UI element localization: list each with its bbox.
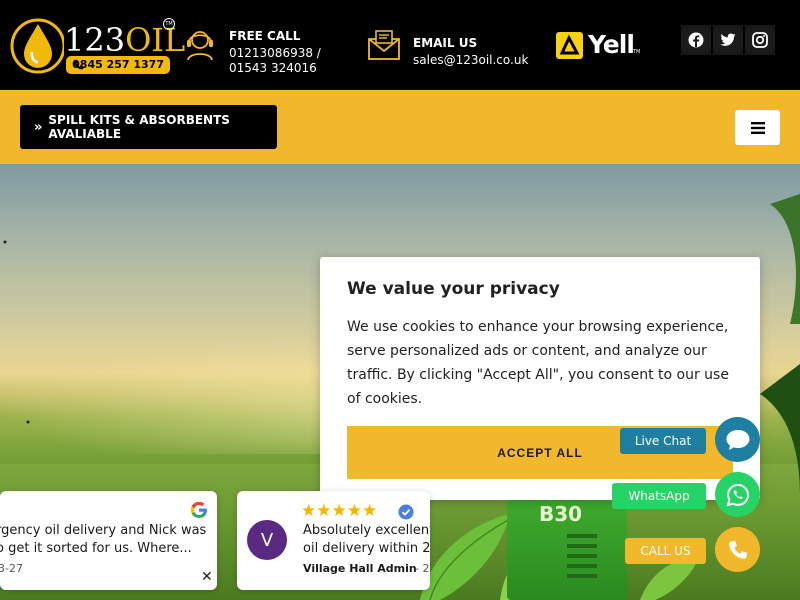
headset-icon [187,31,213,61]
reviewer-avatar: V [247,520,287,560]
whatsapp-label[interactable]: WhatsApp [612,483,706,509]
review-date: - 2 [415,562,430,575]
review-text-line-2: o get it sorted for us. Where... [0,541,192,556]
hamburger-menu-button[interactable] [735,110,780,145]
hamburger-icon [750,121,765,134]
double-chevron-right-icon: » [34,119,43,135]
review-date: 3-27 [0,562,23,575]
review-text-line-1: rgency oil delivery and Nick was [0,523,207,538]
facebook-link[interactable] [681,25,711,55]
review-card[interactable]: rgency oil delivery and Nick was o get i… [0,491,217,590]
yell-logo[interactable]: Yell TM [556,30,641,59]
review-text-line-1: Absolutely excellent [303,523,430,538]
cookie-title: We value your privacy [347,279,560,299]
yell-wordmark: Yell [588,30,635,59]
live-chat-button[interactable] [715,417,760,462]
top-bar: 123OIL TM 0845 257 1377 FREE CALL 012130… [0,0,800,90]
facebook-icon [688,32,704,48]
spill-kits-button[interactable]: » SPILL KITS & ABSORBENTS AVALIABLE [20,105,277,149]
call-us-label[interactable]: CALL US [625,538,706,564]
pump-label: B30 [539,502,583,526]
review-author: Village Hall Admin [303,562,417,575]
google-icon [190,501,207,518]
free-call-number-2[interactable]: 01543 324016 [229,60,317,76]
biofuel-pump: B30 [507,500,627,600]
review-close-icon[interactable]: ✕ [201,569,213,585]
nav-bar: » SPILL KITS & ABSORBENTS AVALIABLE [0,90,800,164]
chat-bubble-icon [726,429,749,450]
review-stars-rating: ★★★★★ [301,501,378,521]
review-card[interactable]: V ★★★★★ Absolutely excellent oil deliver… [237,491,430,590]
instagram-icon [752,32,768,48]
email-label: EMAIL US [413,36,478,50]
phone-icon [728,540,747,559]
yell-trademark: TM [633,49,641,55]
pump-grille [567,534,597,578]
logo-phone-number: 0845 257 1377 [72,58,164,71]
oil-drop-logo-icon [10,18,64,74]
logo-trademark: TM [163,18,175,30]
email-address[interactable]: sales@123oil.co.uk [413,52,528,68]
twitter-icon [720,33,736,46]
logo-phone-badge[interactable]: 0845 257 1377 [66,56,170,74]
cookie-body: We use cookies to enhance your browsing … [347,319,729,407]
verified-badge-icon [398,504,414,520]
email-icon [368,30,400,60]
cookie-consent-dialog: We value your privacy We use cookies to … [320,257,760,500]
free-call-number-1[interactable]: 01213086938 / [229,45,321,61]
whatsapp-button[interactable] [715,472,760,517]
call-us-button[interactable] [715,527,760,572]
live-chat-label[interactable]: Live Chat [620,428,706,454]
whatsapp-icon [726,483,749,506]
free-call-label: FREE CALL [229,29,301,43]
phone-icon [73,59,84,70]
twitter-link[interactable] [713,25,743,55]
site-logo[interactable]: 123OIL TM 0845 257 1377 [8,16,185,76]
yell-icon [556,32,583,59]
spill-kits-label: SPILL KITS & ABSORBENTS AVALIABLE [48,113,230,141]
review-text-line-2: oil delivery within 2 [303,541,430,556]
instagram-link[interactable] [745,25,775,55]
